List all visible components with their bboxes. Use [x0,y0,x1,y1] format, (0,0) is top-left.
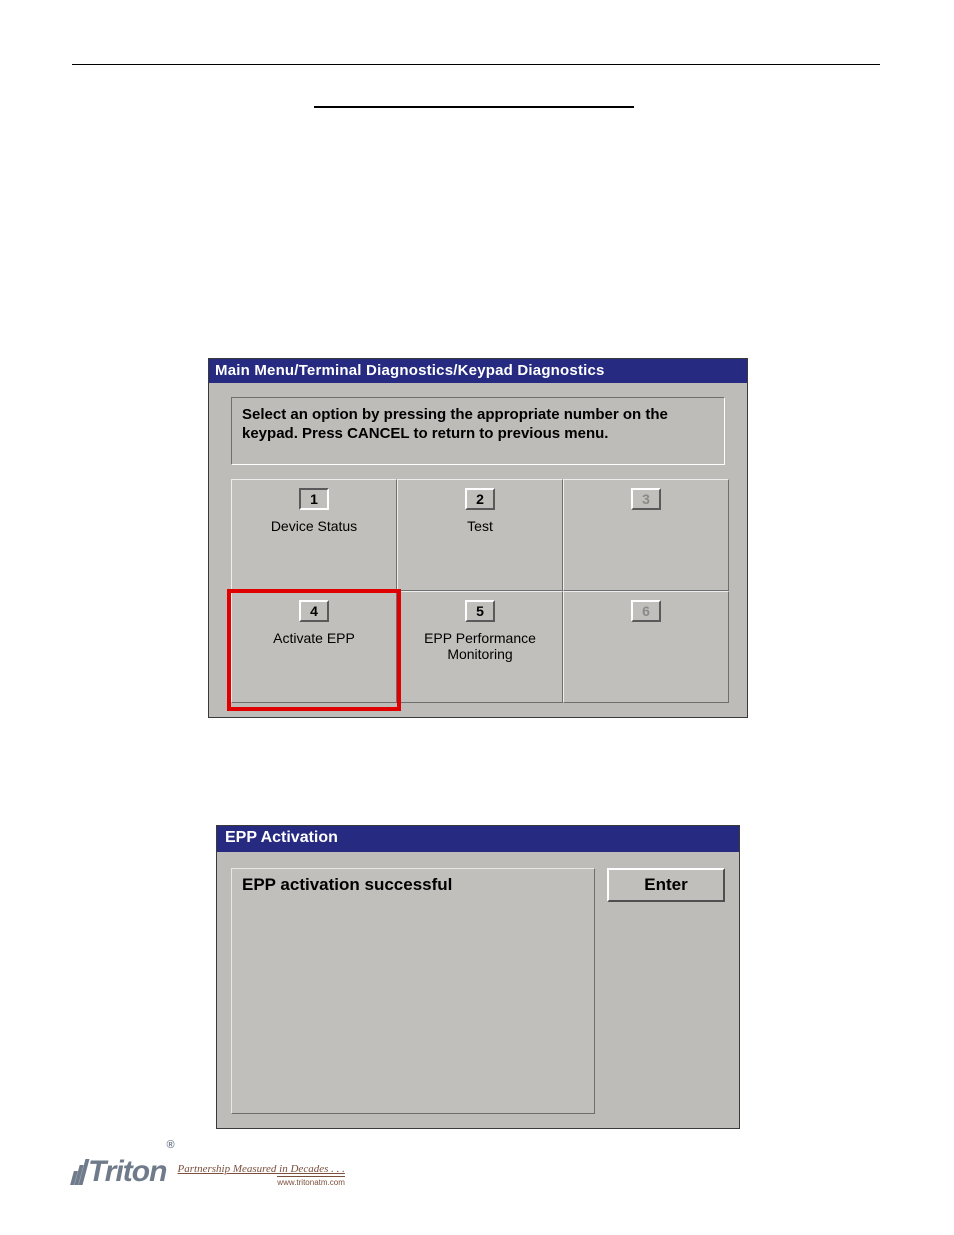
triton-bars-icon [72,1159,88,1185]
triton-footer-logo: Triton® Partnership Measured in Decades … [74,1155,345,1189]
option-cell-2[interactable]: 2 Test [397,479,563,591]
page-top-rule [72,64,880,65]
keypad-diagnostics-window: Main Menu/Terminal Diagnostics/Keypad Di… [208,358,748,718]
option-1-label: Device Status [232,518,396,535]
keypad-instructions: Select an option by pressing the appropr… [231,397,725,465]
registered-symbol: ® [166,1139,173,1151]
option-1-button[interactable]: 1 [299,488,329,510]
triton-brand: Triton® [74,1155,174,1189]
option-2-button[interactable]: 2 [465,488,495,510]
enter-button[interactable]: Enter [607,868,725,902]
option-cell-3: 3 [563,479,729,591]
option-2-label: Test [398,518,562,535]
option-5-button[interactable]: 5 [465,600,495,622]
option-cell-1[interactable]: 1 Device Status [231,479,397,591]
epp-activation-body: EPP activation successful Enter [217,852,739,1130]
epp-activation-message: EPP activation successful [231,868,595,1114]
keypad-diagnostics-titlebar: Main Menu/Terminal Diagnostics/Keypad Di… [209,359,747,383]
triton-tagline: Partnership Measured in Decades . . . [178,1163,345,1175]
epp-activation-window: EPP Activation EPP activation successful… [216,825,740,1129]
triton-tagline-block: Partnership Measured in Decades . . . ww… [178,1163,345,1187]
option-cell-5[interactable]: 5 EPP Performance Monitoring [397,591,563,703]
option-cell-4[interactable]: 4 Activate EPP [231,591,397,703]
option-6-button: 6 [631,600,661,622]
triton-brand-text: Triton [88,1155,166,1188]
epp-activation-titlebar: EPP Activation [217,826,739,852]
section-heading-underline [314,106,634,108]
option-3-button: 3 [631,488,661,510]
triton-url: www.tritonatm.com [277,1176,345,1187]
keypad-options-grid: 1 Device Status 2 Test 3 4 Activate EPP … [231,479,729,703]
option-cell-6: 6 [563,591,729,703]
option-4-label: Activate EPP [232,630,396,647]
keypad-diagnostics-body: Select an option by pressing the appropr… [209,383,747,703]
option-5-label: EPP Performance Monitoring [398,630,562,664]
option-4-button[interactable]: 4 [299,600,329,622]
